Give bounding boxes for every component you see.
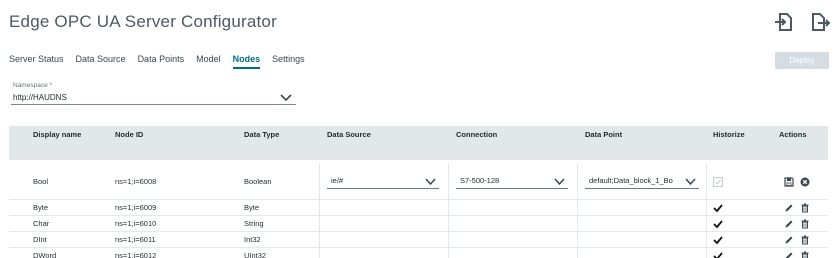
column-divider: [319, 163, 320, 199]
save-icon[interactable]: [784, 177, 794, 187]
col-data-point[interactable]: Data Point: [585, 126, 622, 142]
cell-data-type: Int32: [244, 235, 261, 244]
column-divider: [577, 232, 578, 247]
namespace-underline: [11, 104, 296, 105]
column-divider: [577, 163, 578, 199]
col-display-name[interactable]: Display name: [33, 126, 81, 142]
table-filter-row[interactable]: [9, 143, 828, 163]
table-row[interactable]: DWord ns=1;i=6012 UInt32: [9, 248, 828, 258]
data-point-value: default;Data_block_1_Bo: [589, 176, 673, 185]
edit-icon[interactable]: [784, 235, 794, 245]
cell-data-type: String: [244, 219, 264, 228]
deploy-button[interactable]: Deploy: [775, 52, 829, 69]
table-header-row: Display name Node ID Data Type Data Sour…: [9, 126, 828, 143]
chevron-down-icon[interactable]: [685, 177, 696, 186]
column-divider: [448, 248, 449, 258]
column-divider: [319, 232, 320, 247]
tab-settings[interactable]: Settings: [272, 54, 305, 69]
column-divider: [706, 163, 707, 199]
cell-display-name: Bool: [33, 176, 49, 186]
column-divider: [448, 216, 449, 231]
col-data-type[interactable]: Data Type: [244, 126, 279, 142]
col-connection[interactable]: Connection: [456, 126, 497, 142]
col-data-source[interactable]: Data Source: [327, 126, 371, 142]
col-node-id[interactable]: Node ID: [115, 126, 143, 142]
delete-icon[interactable]: [800, 235, 810, 245]
namespace-label: Namespace *: [13, 82, 53, 89]
connection-value: S7-500-128: [460, 176, 500, 185]
column-divider: [448, 232, 449, 247]
check-icon: [713, 236, 723, 245]
delete-icon[interactable]: [800, 219, 810, 229]
tab-server-status[interactable]: Server Status: [9, 54, 64, 69]
check-icon: [713, 204, 723, 213]
cell-display-name: DInt: [33, 235, 47, 244]
tab-nodes[interactable]: Nodes: [232, 54, 261, 69]
cell-display-name: DWord: [33, 251, 57, 258]
chevron-down-icon[interactable]: [554, 177, 565, 186]
col-historize[interactable]: Historize: [713, 126, 745, 142]
table-row[interactable]: DInt ns=1;i=6011 Int32: [9, 232, 828, 248]
cell-display-name: Char: [33, 219, 50, 228]
column-divider: [577, 248, 578, 258]
tab-data-points[interactable]: Data Points: [138, 54, 185, 69]
column-divider: [706, 248, 707, 258]
check-icon: [713, 252, 723, 258]
column-divider: [577, 216, 578, 231]
nodes-table: Display name Node ID Data Type Data Sour…: [9, 126, 828, 258]
edit-icon[interactable]: [784, 219, 794, 229]
delete-icon[interactable]: [800, 251, 810, 258]
data-point-select[interactable]: default;Data_block_1_Bo: [585, 174, 699, 189]
column-divider: [706, 232, 707, 247]
column-divider: [319, 216, 320, 231]
check-icon: [713, 220, 723, 229]
column-divider: [706, 200, 707, 215]
import-icon[interactable]: [774, 12, 794, 32]
namespace-value: http://HAUDNS: [13, 93, 67, 102]
column-divider: [577, 200, 578, 215]
column-divider: [319, 248, 320, 258]
tab-bar: Server Status Data Source Data Points Mo…: [9, 54, 317, 69]
table-row[interactable]: Char ns=1;i=6010 String: [9, 216, 828, 232]
tab-model[interactable]: Model: [196, 54, 221, 69]
delete-icon[interactable]: [800, 203, 810, 213]
data-source-value: ie/#: [331, 176, 344, 185]
column-divider: [448, 200, 449, 215]
column-divider: [319, 200, 320, 215]
table-row-edit[interactable]: Bool ns=1;i=6008 Boolean ie/# S7-500-128…: [9, 163, 828, 200]
cell-node-id: ns=1;i=6009: [115, 203, 157, 212]
chevron-down-icon[interactable]: [425, 177, 436, 186]
cancel-icon[interactable]: [800, 177, 810, 187]
cell-node-id: ns=1;i=6010: [115, 219, 157, 228]
table-row[interactable]: Byte ns=1;i=6009 Byte: [9, 200, 828, 216]
historize-checkbox[interactable]: [713, 177, 723, 187]
cell-node-id: ns=1;i=6008: [115, 176, 157, 186]
cell-display-name: Byte: [33, 203, 49, 212]
data-source-select[interactable]: ie/#: [327, 174, 439, 189]
cell-data-type: Byte: [244, 203, 260, 212]
app-title: Edge OPC UA Server Configurator: [9, 12, 277, 31]
connection-select[interactable]: S7-500-128: [456, 174, 568, 189]
edit-icon[interactable]: [784, 203, 794, 213]
col-actions: Actions: [779, 129, 807, 139]
chevron-down-icon[interactable]: [280, 92, 292, 102]
cell-data-type: Boolean: [244, 176, 272, 186]
cell-node-id: ns=1;i=6012: [115, 251, 157, 258]
cell-data-type: UInt32: [244, 251, 267, 258]
cell-node-id: ns=1;i=6011: [115, 235, 156, 244]
edit-icon[interactable]: [784, 251, 794, 258]
tab-data-source[interactable]: Data Source: [76, 54, 126, 69]
column-divider: [448, 163, 449, 199]
column-divider: [706, 216, 707, 231]
export-icon[interactable]: [810, 12, 830, 32]
